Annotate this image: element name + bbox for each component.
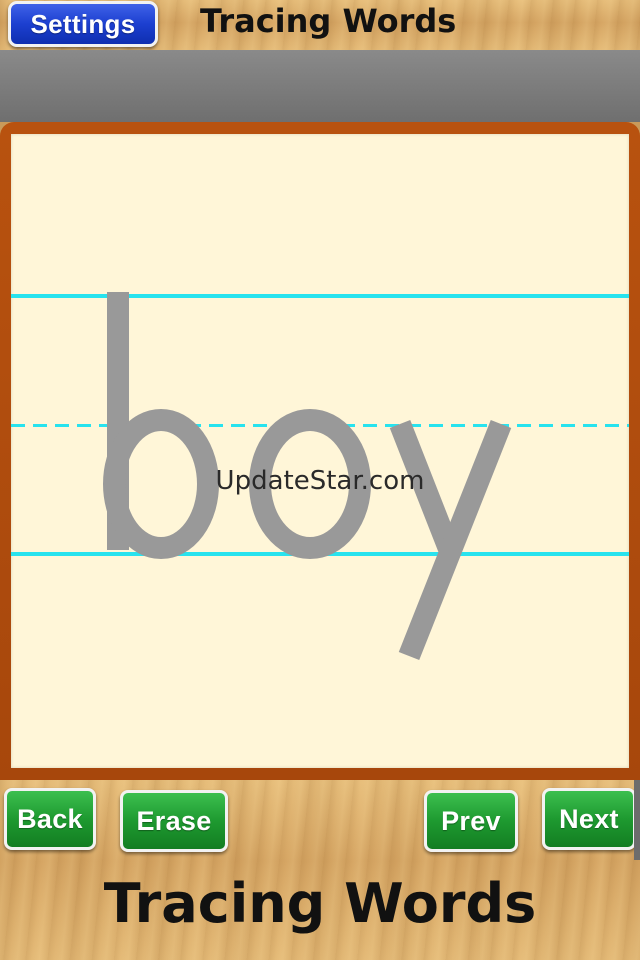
prev-button[interactable]: Prev	[424, 790, 518, 852]
watermark-text: UpdateStar.com	[215, 466, 425, 496]
tracing-board	[0, 122, 640, 780]
settings-button[interactable]: Settings	[8, 1, 158, 47]
footer-title: Tracing Words	[103, 872, 537, 935]
top-bar: Settings Tracing Words	[0, 0, 640, 50]
erase-button[interactable]: Erase	[120, 790, 228, 852]
tracing-word	[103, 292, 512, 661]
scrollbar[interactable]	[634, 780, 640, 860]
letter-y	[389, 419, 512, 661]
toolbar-band	[0, 50, 640, 122]
letter-b	[103, 292, 219, 559]
bottom-panel: Back Erase Prev Next Tracing Words	[0, 780, 640, 960]
tracing-paper[interactable]	[11, 134, 629, 768]
header-title: Tracing Words	[200, 2, 457, 40]
next-button[interactable]: Next	[542, 788, 636, 850]
back-button[interactable]: Back	[4, 788, 96, 850]
